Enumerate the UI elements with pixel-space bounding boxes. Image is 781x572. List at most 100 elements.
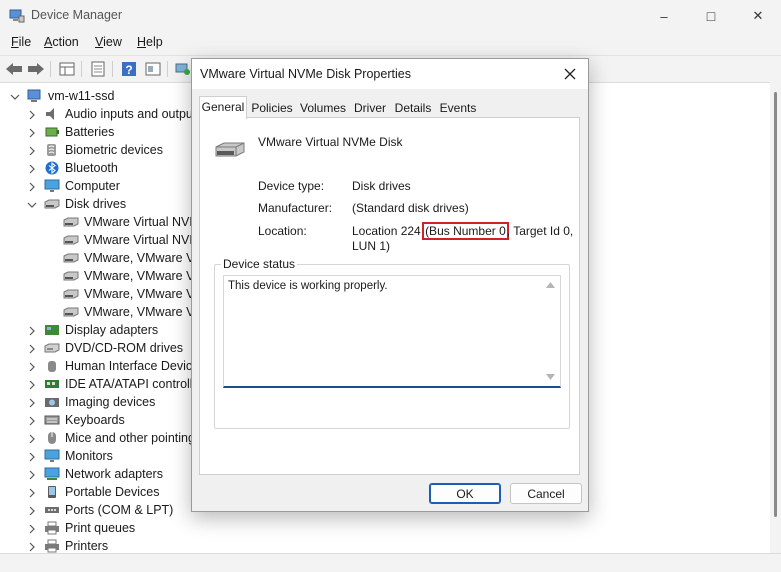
disk-drive-icon [215,142,245,157]
tree-category[interactable]: Network adapters [29,465,163,483]
chevron-down-icon[interactable] [27,199,37,209]
dialog-close-button[interactable] [558,63,582,85]
doc-icon [91,61,105,77]
forward-icon [28,63,44,75]
properties-grid-icon [59,62,75,76]
close-button[interactable]: ✕ [735,0,781,32]
disk-icon [63,271,79,281]
tree-item-label: Batteries [65,125,115,139]
disk-icon [63,307,79,317]
chevron-right-icon[interactable] [27,343,37,354]
cancel-button[interactable]: Cancel [510,483,582,504]
camera-icon [45,398,59,407]
tree-category[interactable]: Biometric devices [29,141,163,159]
back-button[interactable] [4,59,24,79]
tree-category[interactable]: Imaging devices [29,393,155,411]
tree-item-label: Bluetooth [65,161,118,175]
portable-icon [48,486,56,498]
dialog-titlebar: VMware Virtual NVMe Disk Properties [192,59,588,89]
menu-view[interactable]: View [95,35,122,49]
chevron-right-icon[interactable] [27,505,37,516]
tree-category[interactable]: Portable Devices [29,483,160,501]
tab-volumes[interactable]: Volumes [300,98,346,118]
tree-item-label: Keyboards [65,413,125,427]
tree-item-label: Biometric devices [65,143,163,157]
chevron-right-icon[interactable] [27,109,37,120]
tree-item-label: Print queues [65,521,136,535]
chevron-right-icon[interactable] [27,451,37,462]
menu-help[interactable]: Help [137,35,163,49]
tab-events[interactable]: Events [438,98,478,118]
chevron-right-icon[interactable] [27,541,37,552]
tree-category[interactable]: Print queues [29,519,136,537]
properties-grid-button[interactable] [57,59,77,79]
ok-button[interactable]: OK [429,483,501,504]
doc-button[interactable] [88,59,108,79]
tree-category[interactable]: Display adapters [29,321,158,339]
general-tab-panel: VMware Virtual NVMe Disk Device type: Di… [199,117,580,475]
tree-category[interactable]: IDE ATA/ATAPI controllers [29,375,210,393]
status-bar [0,553,781,572]
location-value: Location 224 (Bus Number 0, Target Id 0, [352,222,574,240]
tree-item-label: Audio inputs and outputs [65,107,203,121]
maximize-button[interactable]: □ [688,0,734,32]
chevron-right-icon[interactable] [27,361,37,372]
scroll-up-icon[interactable] [546,282,555,288]
chevron-right-icon[interactable] [27,127,37,138]
chevron-right-icon[interactable] [27,379,37,390]
chevron-right-icon[interactable] [27,415,37,426]
forward-button[interactable] [26,59,46,79]
speaker-icon [46,108,54,120]
chevron-right-icon[interactable] [27,523,37,534]
mouse-icon [48,432,56,444]
printer-icon [45,539,59,553]
window-title: Device Manager [31,8,123,22]
tree-item-label: IDE ATA/ATAPI controllers [65,377,210,391]
menu-file[interactable]: File [11,35,31,49]
tab-details[interactable]: Details [394,98,432,118]
close-icon: ✕ [752,8,764,23]
help-button[interactable]: ? [119,59,139,79]
disk-icon [63,289,79,299]
chevron-right-icon[interactable] [27,145,37,156]
tab-driver[interactable]: Driver [352,98,388,118]
tree-category[interactable]: Batteries [29,123,115,141]
chevron-right-icon[interactable] [27,469,37,480]
minimize-button[interactable]: – [641,0,687,32]
disk-icon [63,217,79,227]
scrollbar-thumb[interactable] [774,92,777,517]
chevron-right-icon[interactable] [27,181,37,192]
menu-action[interactable]: Action [44,35,79,49]
disk-icon [63,235,79,245]
fingerprint-icon [47,144,56,156]
tree-category[interactable]: Human Interface Devices [29,357,206,375]
tree-scrollbar[interactable] [770,82,781,553]
tab-policies[interactable]: Policies [250,98,294,118]
chevron-right-icon[interactable] [27,487,37,498]
tree-category[interactable]: DVD/CD-ROM drives [29,339,183,357]
tree-category[interactable]: Monitors [29,447,113,465]
location-suffix: , Target Id 0, [506,224,574,238]
back-icon [6,63,22,75]
view-button[interactable] [143,59,163,79]
tree-category[interactable]: Audio inputs and outputs [29,105,203,123]
device-status-textbox[interactable]: This device is working properly. [223,275,561,388]
tree-category[interactable]: Ports (COM & LPT) [29,501,173,519]
chevron-right-icon[interactable] [27,433,37,444]
chevron-right-icon[interactable] [27,163,37,174]
tree-root-computer[interactable]: vm-w11-ssd [10,87,114,105]
chevron-right-icon[interactable] [27,397,37,408]
tree-category[interactable]: Bluetooth [29,159,118,177]
tab-general[interactable]: General [199,96,247,119]
chevron-right-icon[interactable] [27,325,37,336]
scan-hardware-button[interactable] [173,59,193,79]
tree-category[interactable]: Printers [29,537,108,553]
chevron-down-icon[interactable] [10,91,20,101]
scroll-down-icon[interactable] [546,374,555,380]
battery-icon [45,127,59,137]
tree-category[interactable]: Keyboards [29,411,125,429]
tree-category[interactable]: Disk drives [27,195,126,213]
manufacturer-value: (Standard disk drives) [352,201,469,215]
tree-category[interactable]: Computer [29,177,120,195]
tree-item-label: Human Interface Devices [65,359,206,373]
